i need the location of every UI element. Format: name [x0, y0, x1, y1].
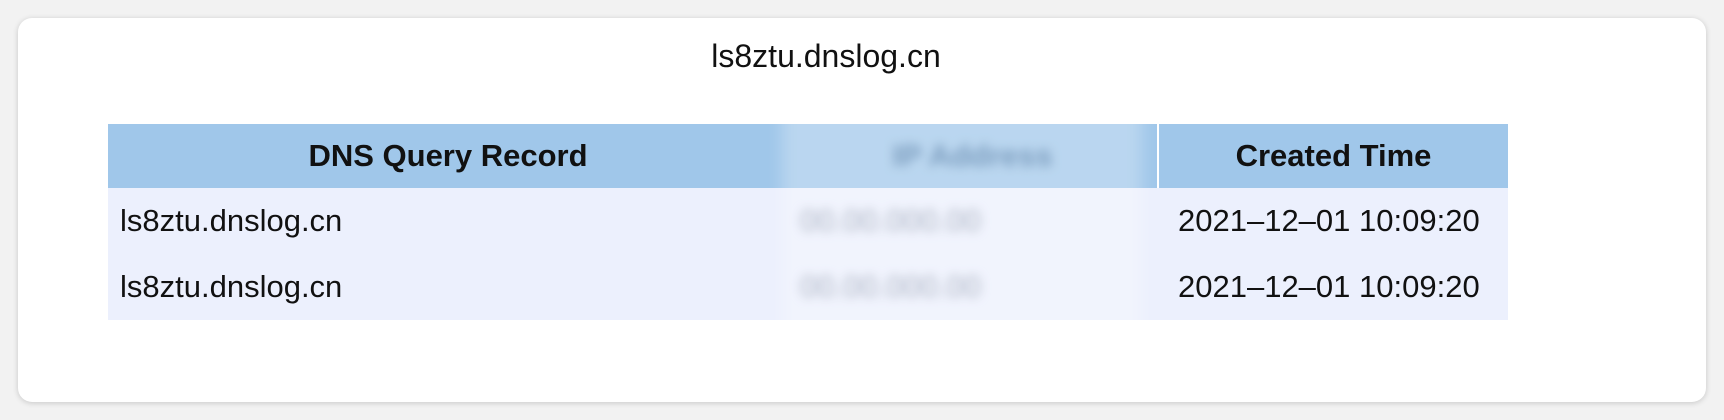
dns-records-table: DNS Query Record IP Address Created Time…	[108, 124, 1508, 320]
column-header-created-time: Created Time	[1157, 124, 1508, 188]
record-cell[interactable]: ls8ztu.dnslog.cn	[108, 188, 788, 254]
ip-cell: 00.00.000.00	[788, 254, 1158, 320]
ip-cell: 00.00.000.00	[788, 188, 1158, 254]
time-cell: 2021–12–01 10:09:20	[1158, 188, 1508, 254]
table-row: ls8ztu.dnslog.cn 00.00.000.00 2021–12–01…	[108, 188, 1508, 254]
time-cell: 2021–12–01 10:09:20	[1158, 254, 1508, 320]
record-cell[interactable]: ls8ztu.dnslog.cn	[108, 254, 788, 320]
table-header-row: DNS Query Record IP Address Created Time	[108, 124, 1508, 188]
domain-title[interactable]: ls8ztu.dnslog.cn	[18, 38, 1634, 75]
blurred-ip-text: 00.00.000.00	[800, 269, 982, 304]
column-header-ip-address: IP Address	[788, 124, 1158, 188]
blurred-ip-text: 00.00.000.00	[800, 203, 982, 238]
column-header-dns-query-record: DNS Query Record	[108, 124, 788, 188]
table-row: ls8ztu.dnslog.cn 00.00.000.00 2021–12–01…	[108, 254, 1508, 320]
blurred-header-text: IP Address	[892, 138, 1053, 173]
dnslog-card: ls8ztu.dnslog.cn DNS Query Record IP Add…	[18, 18, 1706, 402]
